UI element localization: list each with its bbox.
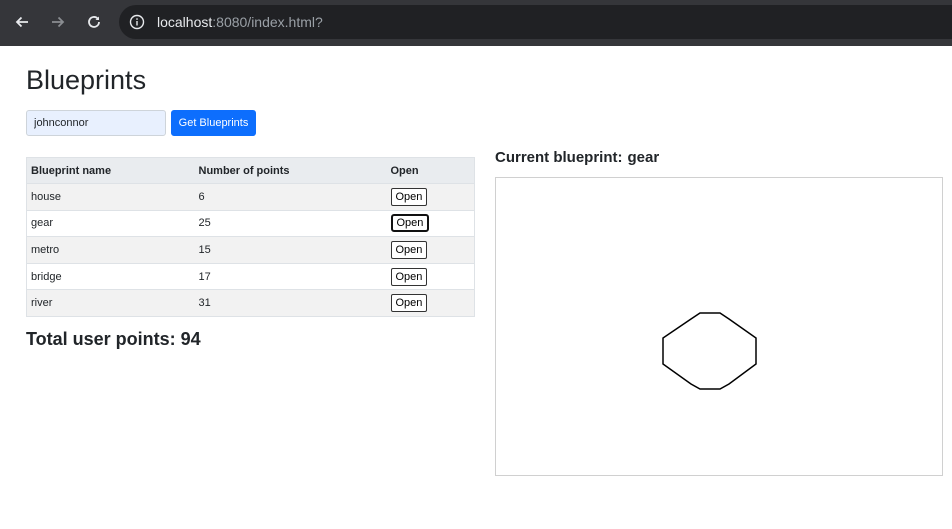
blueprints-table: Blueprint name Number of points Open hou… bbox=[26, 157, 475, 317]
browser-toolbar: localhost:8080/index.html? bbox=[0, 0, 952, 46]
header-number-of-points: Number of points bbox=[194, 157, 387, 184]
url-text: localhost:8080/index.html? bbox=[157, 14, 323, 30]
author-input[interactable] bbox=[26, 110, 166, 136]
gear-shape bbox=[662, 312, 757, 390]
table-row: metro 15 Open bbox=[26, 236, 475, 264]
open-cell: Open bbox=[386, 209, 475, 237]
current-blueprint-heading: Current blueprint: gear bbox=[495, 148, 659, 168]
open-cell: Open bbox=[386, 183, 475, 211]
current-blueprint-name: gear bbox=[627, 149, 660, 166]
url-host: localhost bbox=[157, 14, 213, 30]
open-cell: Open bbox=[386, 262, 475, 290]
reload-icon[interactable] bbox=[81, 9, 107, 35]
table-header-row: Blueprint name Number of points Open bbox=[26, 157, 475, 184]
header-blueprint-name: Blueprint name bbox=[26, 157, 195, 184]
table-row: bridge 17 Open bbox=[26, 262, 475, 290]
table-row: river 31 Open bbox=[26, 289, 475, 317]
total-label: Total user points: bbox=[26, 329, 176, 349]
open-button[interactable]: Open bbox=[390, 187, 428, 206]
blueprint-name-cell: river bbox=[26, 289, 195, 317]
table-row: house 6 Open bbox=[26, 183, 475, 211]
blueprint-name-cell: metro bbox=[26, 236, 195, 264]
open-cell: Open bbox=[386, 289, 475, 317]
site-info-icon[interactable] bbox=[129, 14, 145, 30]
table-row: gear 25 Open bbox=[26, 209, 475, 237]
page-title: Blueprints bbox=[26, 65, 147, 95]
points-cell: 15 bbox=[194, 236, 387, 264]
blueprint-name-cell: bridge bbox=[26, 262, 195, 290]
open-button[interactable]: Open bbox=[390, 240, 428, 259]
total-user-points: Total user points: 94 bbox=[26, 328, 201, 350]
points-cell: 25 bbox=[194, 209, 387, 237]
header-open: Open bbox=[386, 157, 475, 184]
blueprint-name-cell: house bbox=[26, 183, 195, 211]
forward-icon[interactable] bbox=[45, 9, 71, 35]
blueprint-canvas[interactable] bbox=[495, 177, 943, 476]
points-cell: 6 bbox=[194, 183, 387, 211]
blueprint-drawing bbox=[662, 312, 757, 390]
open-cell: Open bbox=[386, 236, 475, 264]
open-button[interactable]: Open bbox=[390, 294, 428, 313]
url-path: :8080/index.html? bbox=[212, 14, 323, 30]
current-blueprint-label: Current blueprint: bbox=[495, 149, 623, 166]
address-bar[interactable]: localhost:8080/index.html? bbox=[119, 5, 952, 39]
points-cell: 17 bbox=[194, 262, 387, 290]
open-button[interactable]: Open bbox=[390, 267, 428, 286]
total-value: 94 bbox=[180, 329, 201, 349]
back-icon[interactable] bbox=[9, 9, 35, 35]
blueprint-name-cell: gear bbox=[26, 209, 195, 237]
open-button[interactable]: Open bbox=[390, 214, 430, 233]
points-cell: 31 bbox=[194, 289, 387, 317]
get-blueprints-button[interactable]: Get Blueprints bbox=[171, 110, 256, 136]
